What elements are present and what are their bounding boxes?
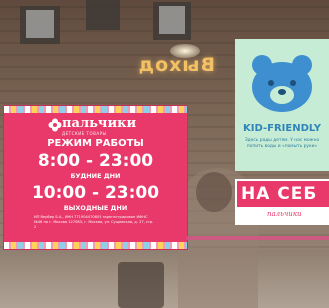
reflected-window-pane [159,6,185,34]
person-head-reflection [196,172,232,212]
partial-sign-logo: пальчики [267,210,302,218]
flower-icon [48,118,62,132]
bear-icon [252,55,312,112]
kid-friendly-title: KID-FRIENDLY [243,123,321,134]
reflected-window-center [86,0,120,30]
partial-sign-banner: НА СЕБ [237,181,329,207]
brand-tagline: ДЕТСКИЕ ТОВАРЫ [62,131,107,136]
opening-hours-sign: пальчики ДЕТСКИЕ ТОВАРЫ РЕЖИМ РАБОТЫ 8:0… [4,106,187,249]
floor [0,250,329,308]
sign-dot-border-bottom [4,242,187,249]
partial-sign: НА СЕБ пальчики [235,179,329,225]
brand-logo: пальчики ДЕТСКИЕ ТОВАРЫ [4,116,187,136]
weekday-label: БУДНИЕ ДНИ [70,172,121,180]
pink-light-stripe [186,236,329,240]
exit-sign-reflection: Выход [137,54,215,76]
weekday-hours: 8:00 - 23:00 [37,151,154,171]
legal-text: ИП Вербер Б.А., ИНН 771904470605 зарегис… [34,215,154,229]
reflected-window-pane [26,10,54,38]
chair-reflection [118,262,164,308]
kid-friendly-subtitle: Здесь рады детям. У нас можно попить вод… [244,138,320,149]
weekend-hours: 10:00 - 23:00 [31,183,160,203]
sign-dot-border-top [4,106,187,113]
hours-title: РЕЖИМ РАБОТЫ [47,138,144,149]
storefront-photo: Выход пальчики ДЕТСКИЕ ТОВАРЫ РЕЖИМ РАБО… [0,0,329,308]
weekend-label: ВЫХОДНЫЕ ДНИ [63,204,128,212]
kid-friendly-sign: KID-FRIENDLY Здесь рады детям. У нас мож… [235,39,329,171]
brand-name: пальчики [62,116,137,131]
partial-sign-text: НА СЕБ [241,184,318,204]
